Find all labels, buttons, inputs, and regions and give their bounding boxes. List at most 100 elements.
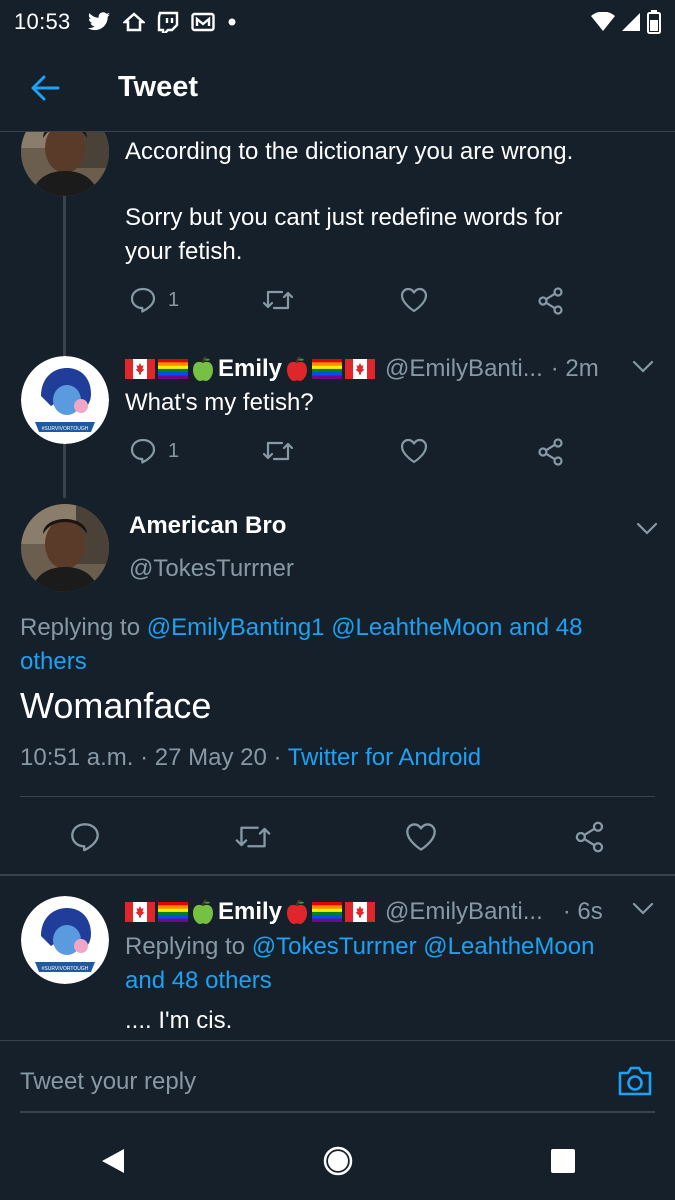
name-emoji-prefix <box>125 899 215 925</box>
replying-prefix: Replying to <box>20 614 141 641</box>
replying-users-link[interactable]: @EmilyBanting1 @LeahtheMoon and 48 <box>147 614 583 641</box>
green-apple-icon <box>193 356 213 381</box>
home-icon <box>122 12 145 32</box>
replying-others-link[interactable]: and 48 others <box>125 967 272 994</box>
replying-to: Replying to @TokesTurrner @LeahtheMoon a… <box>125 930 655 998</box>
camera-icon <box>618 1066 652 1096</box>
battery-icon <box>647 10 661 34</box>
reply-count: 1 <box>168 288 180 311</box>
avatar[interactable] <box>21 504 109 592</box>
tweet-header: Emily @EmilyBanti... · 2m <box>125 351 599 387</box>
back-button[interactable] <box>0 44 94 132</box>
avatar-photo-american-bro <box>21 504 109 592</box>
tweet-time: · 6s <box>562 898 603 925</box>
share-button[interactable] <box>537 287 565 315</box>
like-icon <box>400 438 428 464</box>
name-emoji-prefix <box>125 356 215 382</box>
share-icon <box>538 438 563 466</box>
reply-button[interactable] <box>70 822 100 852</box>
svg-text:#SURVIVORTOUGH: #SURVIVORTOUGH <box>42 426 89 432</box>
user-handle[interactable]: @EmilyBanti... <box>385 898 543 926</box>
system-icons <box>591 10 661 34</box>
rainbow-flag-icon <box>158 902 188 922</box>
notification-icons <box>87 11 237 33</box>
replying-others-link[interactable]: others <box>20 648 87 675</box>
chevron-down-icon <box>636 522 658 535</box>
main-tweet-text: Womanface <box>20 685 212 726</box>
status-bar: 10:53 <box>0 0 675 44</box>
tweet-header: Emily @EmilyBanti... · 6s <box>125 894 603 930</box>
back-arrow-icon <box>31 75 60 100</box>
replying-users-link[interactable]: @TokesTurrner @LeahtheMoon <box>252 933 595 960</box>
avatar[interactable]: #SURVIVORTOUGH <box>21 896 109 984</box>
tweet-text-line: your fetish. <box>125 238 243 265</box>
avatar-lapis-icon: #SURVIVORTOUGH <box>21 896 109 984</box>
reply-icon <box>130 438 156 464</box>
like-button[interactable] <box>405 822 437 852</box>
retweet-icon <box>262 441 294 461</box>
nav-home-icon <box>323 1146 352 1176</box>
nav-back-button[interactable] <box>63 1131 163 1191</box>
share-button[interactable] <box>574 821 606 853</box>
retweet-button[interactable] <box>262 438 294 464</box>
camera-button[interactable] <box>617 1065 653 1102</box>
avatar[interactable]: #SURVIVORTOUGH <box>21 356 109 444</box>
rainbow-flag-icon <box>312 359 343 379</box>
reply-icon <box>130 287 156 313</box>
like-button[interactable] <box>400 438 428 464</box>
red-apple-icon <box>287 899 308 924</box>
divider <box>0 874 675 876</box>
author-handle[interactable]: @TokesTurrner <box>129 555 294 583</box>
like-icon <box>400 287 428 313</box>
reply-button[interactable]: 1 <box>130 287 179 313</box>
dot-icon <box>228 18 236 26</box>
display-name[interactable]: Emily <box>218 898 282 926</box>
tweet-date: 27 May 20 <box>154 744 267 771</box>
canada-flag-icon <box>125 359 155 379</box>
nav-recents-button[interactable] <box>513 1131 613 1191</box>
tweet-menu-button[interactable] <box>636 522 658 541</box>
nav-recents-icon <box>550 1149 575 1173</box>
name-emoji-suffix <box>285 356 376 382</box>
twitch-icon <box>157 11 178 33</box>
rainbow-flag-icon <box>158 359 188 379</box>
retweet-button[interactable] <box>234 822 272 852</box>
avatar-lapis-icon: #SURVIVORTOUGH <box>21 356 109 444</box>
reply-button[interactable]: 1 <box>130 438 179 464</box>
app-bar: Tweet <box>0 44 675 132</box>
mail-icon <box>190 12 215 32</box>
tweet-menu-button[interactable] <box>632 902 654 921</box>
divider <box>20 796 655 797</box>
share-button[interactable] <box>537 438 565 466</box>
name-emoji-suffix <box>285 899 376 925</box>
reply-composer <box>0 1040 675 1122</box>
retweet-icon <box>235 826 271 848</box>
thread-line <box>63 444 66 498</box>
signal-icon <box>622 13 640 31</box>
tweet-feed[interactable]: According to the dictionary you are wron… <box>0 44 675 1040</box>
twitter-icon <box>87 12 110 31</box>
nav-back-icon <box>101 1149 124 1173</box>
tweet-menu-button[interactable] <box>632 360 654 379</box>
replying-prefix: Replying to <box>125 933 246 960</box>
replying-to: Replying to @EmilyBanting1 @LeahtheMoon … <box>20 611 660 679</box>
author-name[interactable]: American Bro <box>129 512 286 540</box>
user-handle[interactable]: @EmilyBanti... <box>385 355 543 383</box>
tweet-text-line: According to the dictionary you are wron… <box>125 138 574 165</box>
reply-input-underline <box>20 1111 655 1113</box>
reply-icon <box>71 823 99 852</box>
svg-text:#SURVIVORTOUGH: #SURVIVORTOUGH <box>42 966 89 972</box>
display-name[interactable]: Emily <box>218 355 282 383</box>
retweet-button[interactable] <box>262 287 294 313</box>
red-apple-icon <box>287 356 308 381</box>
like-button[interactable] <box>400 287 428 313</box>
chevron-down-icon <box>632 902 654 915</box>
nav-home-button[interactable] <box>288 1131 388 1191</box>
reply-input[interactable] <box>20 1061 600 1103</box>
green-apple-icon <box>193 899 213 924</box>
tweet-time: 10:51 a.m. <box>20 744 134 771</box>
tweet-source-link[interactable]: Twitter for Android <box>288 744 481 771</box>
page-title: Tweet <box>118 71 199 103</box>
share-icon <box>575 821 604 853</box>
share-icon <box>538 287 563 315</box>
